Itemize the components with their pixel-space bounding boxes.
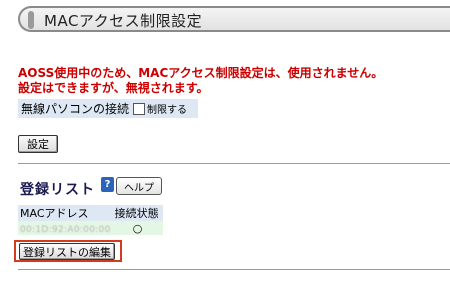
set-button[interactable]: 設定 xyxy=(18,135,58,153)
warning-line-2: 設定はできますが、無視されます。 xyxy=(18,81,209,95)
connection-status-cell: ○ xyxy=(112,221,163,235)
wireless-connection-setting: 無線パソコンの接続 制限する xyxy=(18,99,198,118)
title-cap-icon xyxy=(28,11,34,29)
warning-line-1: AOSS使用中のため、MACアクセス制限設定は、使用されません。 xyxy=(18,66,384,80)
edit-list-button[interactable]: 登録リストの編集 xyxy=(19,243,115,260)
mac-address-cell: 00:1D:92:A0:00:00 xyxy=(18,221,113,235)
table-header-row: MACアドレス 接続状態 xyxy=(18,205,163,221)
restrict-checkbox[interactable] xyxy=(133,102,146,115)
page-title: MACアクセス制限設定 xyxy=(44,12,203,30)
restrict-checkbox-label[interactable]: 制限する xyxy=(147,101,187,116)
column-connection-status: 接続状態 xyxy=(112,205,163,221)
wireless-connection-label: 無線パソコンの接続 xyxy=(21,102,130,116)
help-question-icon[interactable]: ? xyxy=(101,177,114,192)
divider xyxy=(18,163,450,164)
registered-list-table: MACアドレス 接続状態 00:1D:92:A0:00:00 ○ xyxy=(18,205,163,235)
column-mac-address: MACアドレス xyxy=(18,205,113,221)
aoss-warning: AOSS使用中のため、MACアクセス制限設定は、使用されません。 設定はできます… xyxy=(18,66,448,96)
mac-address-value: 00:1D:92:A0:00:00 xyxy=(20,224,111,235)
registered-list-title: 登録リスト xyxy=(20,182,95,198)
table-row: 00:1D:92:A0:00:00 ○ xyxy=(18,221,163,235)
help-button[interactable]: ヘルプ xyxy=(116,177,162,195)
divider-bottom xyxy=(18,269,450,270)
